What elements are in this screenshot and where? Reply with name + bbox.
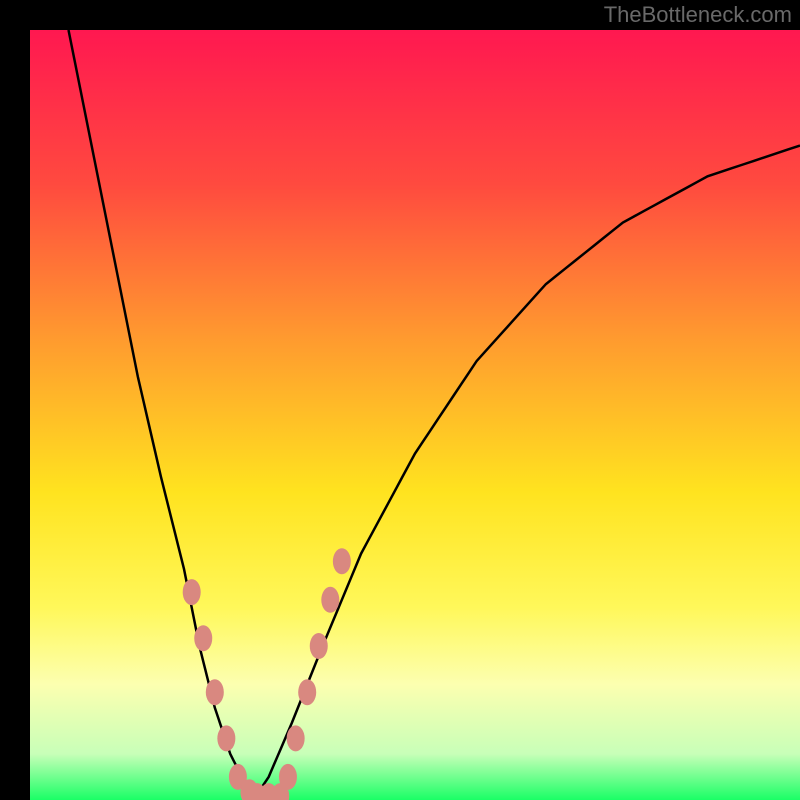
plot-area: [30, 30, 800, 800]
marker-dot: [206, 679, 224, 705]
marker-dot: [217, 725, 235, 751]
marker-dot: [298, 679, 316, 705]
marker-dot: [287, 725, 305, 751]
marker-dot: [310, 633, 328, 659]
curve-layer: [30, 30, 800, 800]
marker-dot: [321, 587, 339, 613]
marker-dot: [279, 764, 297, 790]
marker-dot: [183, 579, 201, 605]
marker-dot: [194, 625, 212, 651]
left-curve: [69, 30, 254, 800]
right-curve: [253, 146, 800, 800]
marker-dot: [333, 548, 351, 574]
data-markers: [183, 548, 351, 800]
attribution-text: TheBottleneck.com: [604, 2, 792, 28]
